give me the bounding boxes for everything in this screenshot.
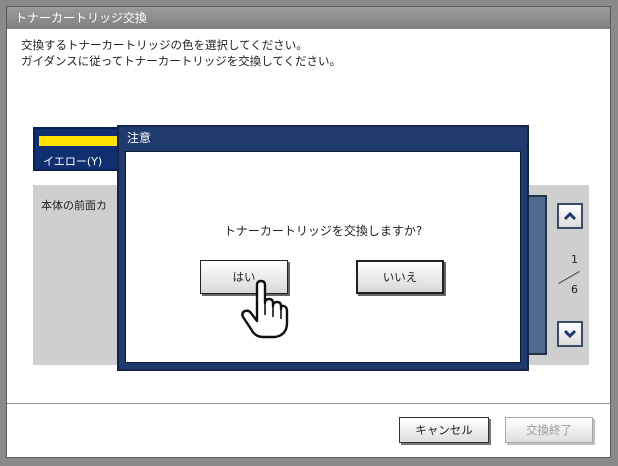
instruction-line-2: ガイダンスに従ってトナーカートリッジを交換してください。 [21, 54, 342, 68]
instructions: 交換するトナーカートリッジの色を選択してください。 ガイダンスに従ってトナーカー… [21, 37, 341, 69]
yellow-color-swatch [39, 136, 119, 146]
page-current: 1 [571, 253, 578, 266]
color-select-yellow-button[interactable]: イエロー(Y) [33, 127, 125, 171]
guidance-text: 本体の前面カ [41, 199, 107, 212]
color-select-label: イエロー(Y) [43, 155, 103, 168]
scroll-up-button[interactable] [557, 203, 583, 229]
confirm-dialog: 注意 トナーカートリッジを交換しますか? はい いいえ [117, 125, 529, 371]
pointer-hand-icon [241, 279, 289, 339]
dialog-title: 注意 [127, 131, 152, 145]
no-button[interactable]: いいえ [356, 260, 444, 294]
scroll-down-button[interactable] [557, 321, 583, 347]
chevron-down-icon [563, 329, 577, 339]
page-total: 6 [571, 283, 578, 296]
toner-replacement-screen: トナーカートリッジ交換 交換するトナーカートリッジの色を選択してください。 ガイ… [6, 6, 611, 458]
footer-divider [7, 403, 610, 404]
page-slash [558, 271, 580, 284]
page-indicator: 1 6 [553, 253, 587, 309]
dialog-body: トナーカートリッジを交換しますか? はい いいえ [125, 151, 521, 363]
instruction-line-1: 交換するトナーカートリッジの色を選択してください。 [21, 38, 308, 52]
window-title: トナーカートリッジ交換 [7, 7, 610, 29]
chevron-up-icon [563, 211, 577, 221]
cancel-button[interactable]: キャンセル [399, 417, 489, 443]
dialog-message: トナーカートリッジを交換しますか? [223, 224, 423, 238]
finish-replacement-button[interactable]: 交換終了 [505, 417, 593, 443]
